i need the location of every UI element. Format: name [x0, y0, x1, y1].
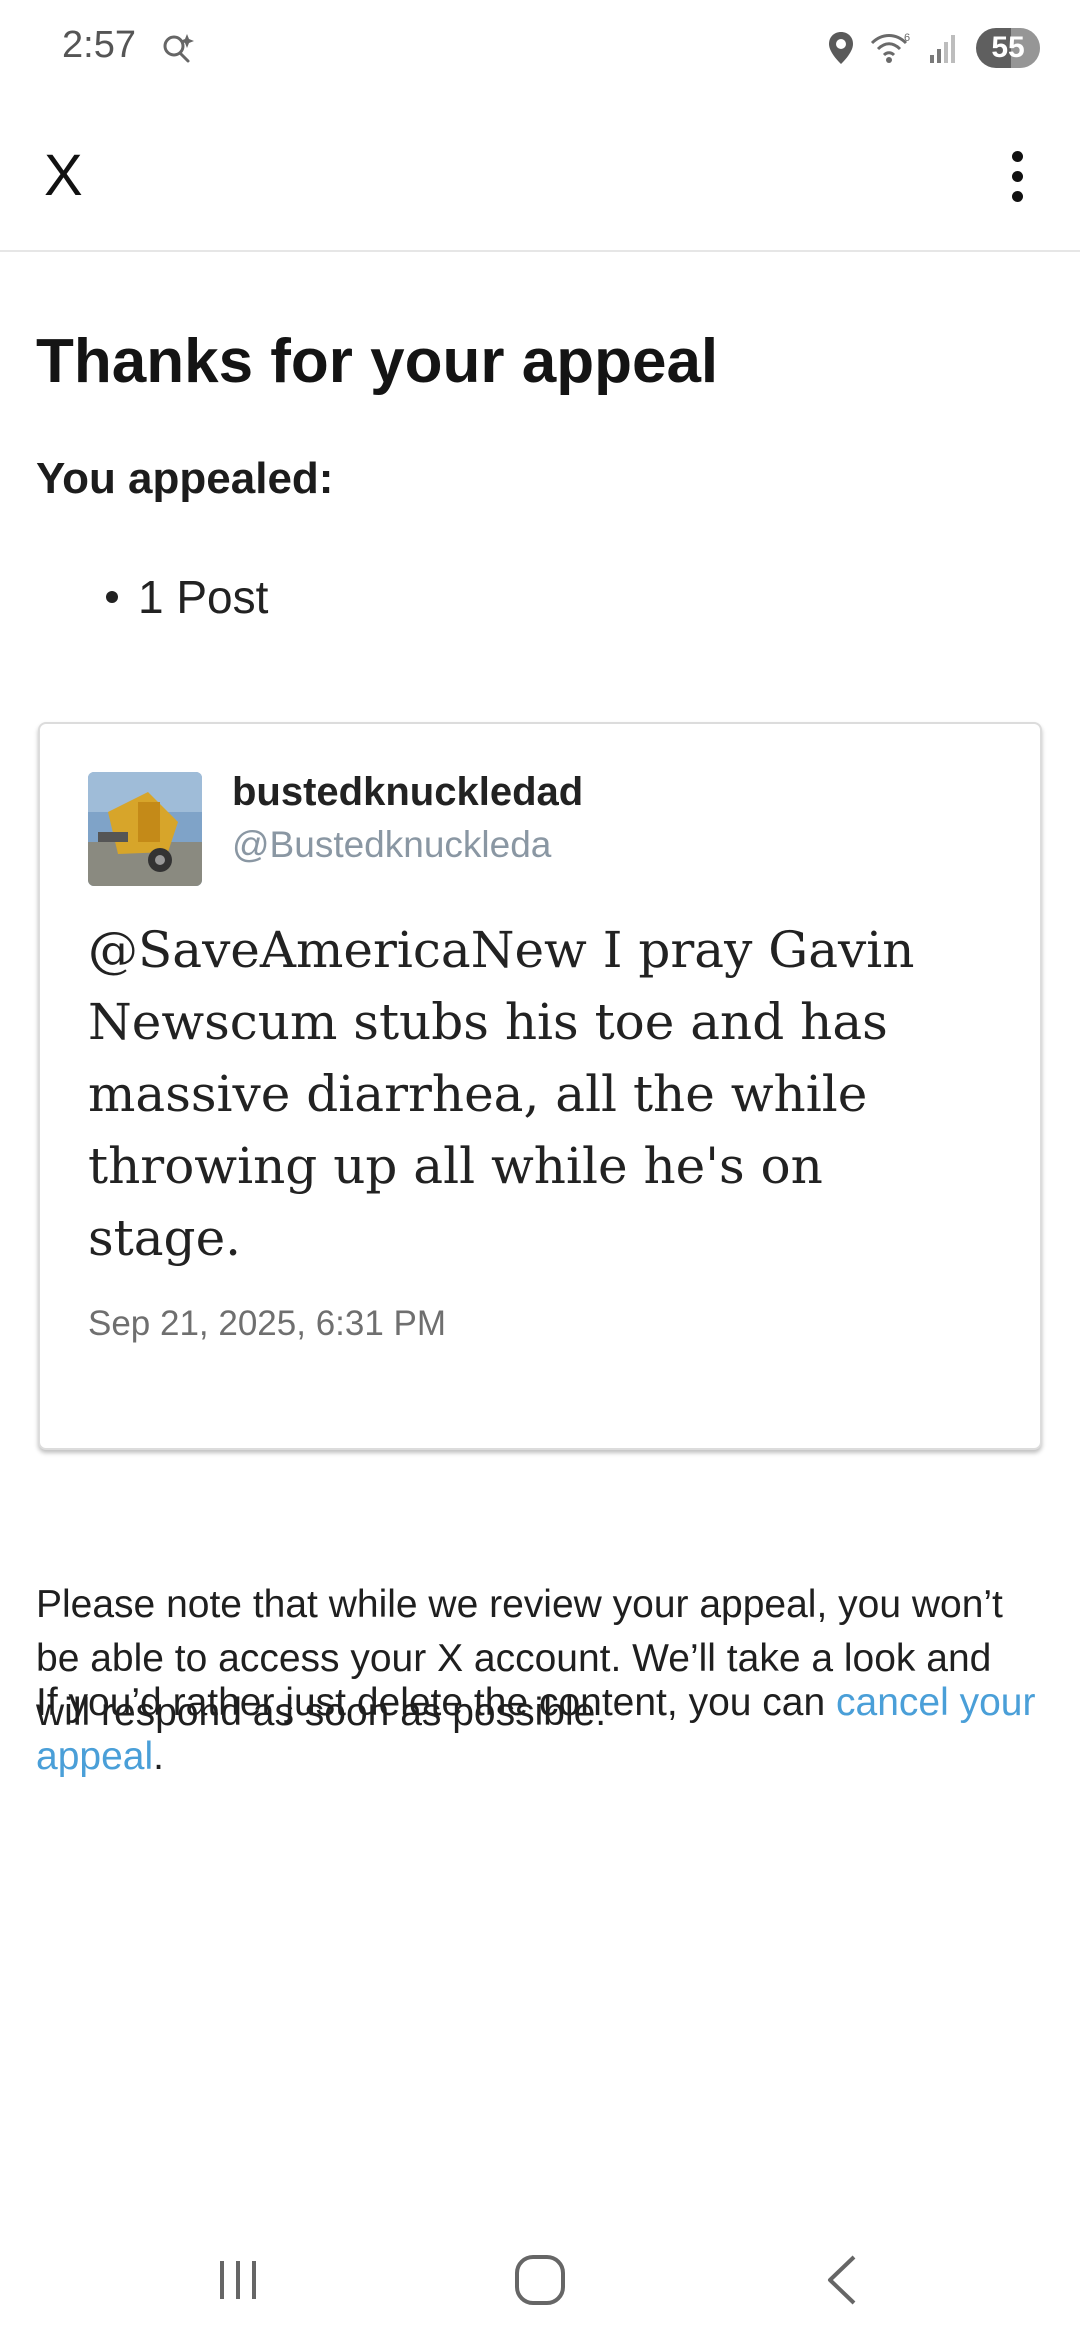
more-options-button[interactable]	[982, 136, 1052, 216]
appealed-list: 1 Post	[106, 570, 268, 624]
cancel-appeal-text: If you’d rather just delete the content,…	[36, 1676, 1044, 1784]
status-time: 2:57	[62, 24, 136, 66]
more-vertical-icon	[1011, 150, 1023, 162]
post-author-name: bustedknuckledad	[232, 770, 584, 814]
page-title: Thanks for your appeal	[36, 327, 719, 396]
status-icons: 6 55	[828, 26, 1040, 70]
wifi-icon: 6	[870, 32, 910, 63]
battery-icon: 55	[976, 28, 1040, 68]
close-button[interactable]: X	[44, 140, 104, 210]
back-icon	[828, 2255, 856, 2305]
battery-level: 55	[991, 31, 1025, 64]
location-icon	[829, 32, 853, 64]
search-sparkle-icon	[163, 34, 194, 63]
svg-text:6: 6	[904, 32, 910, 44]
post-text: @SaveAmericaNew I pray Gavin Newscum stu…	[88, 921, 915, 1267]
list-item: 1 Post	[106, 570, 268, 624]
signal-icon	[930, 35, 955, 63]
app-bar: X	[0, 100, 1080, 252]
recent-apps-button[interactable]	[198, 2240, 278, 2320]
status-bar: 2:57 6 55	[0, 0, 1080, 100]
post-author-handle: @Bustedknuckleda	[232, 824, 552, 865]
recent-apps-icon	[220, 2261, 256, 2299]
post-card: bustedknuckledad @Bustedknuckleda @SaveA…	[38, 722, 1042, 1450]
avatar	[88, 772, 202, 886]
cancel-prefix: If you’d rather just delete the content,…	[36, 1681, 836, 1724]
home-icon	[515, 2255, 565, 2305]
cancel-suffix: .	[153, 1735, 164, 1778]
system-nav-bar	[0, 2220, 1080, 2340]
bullet-icon	[106, 591, 118, 603]
appealed-item-label: 1 Post	[138, 571, 269, 623]
appealed-label: You appealed:	[36, 454, 334, 503]
home-button[interactable]	[500, 2240, 580, 2320]
back-button[interactable]	[802, 2240, 882, 2320]
post-timestamp: Sep 21, 2025, 6:31 PM	[88, 1304, 447, 1343]
